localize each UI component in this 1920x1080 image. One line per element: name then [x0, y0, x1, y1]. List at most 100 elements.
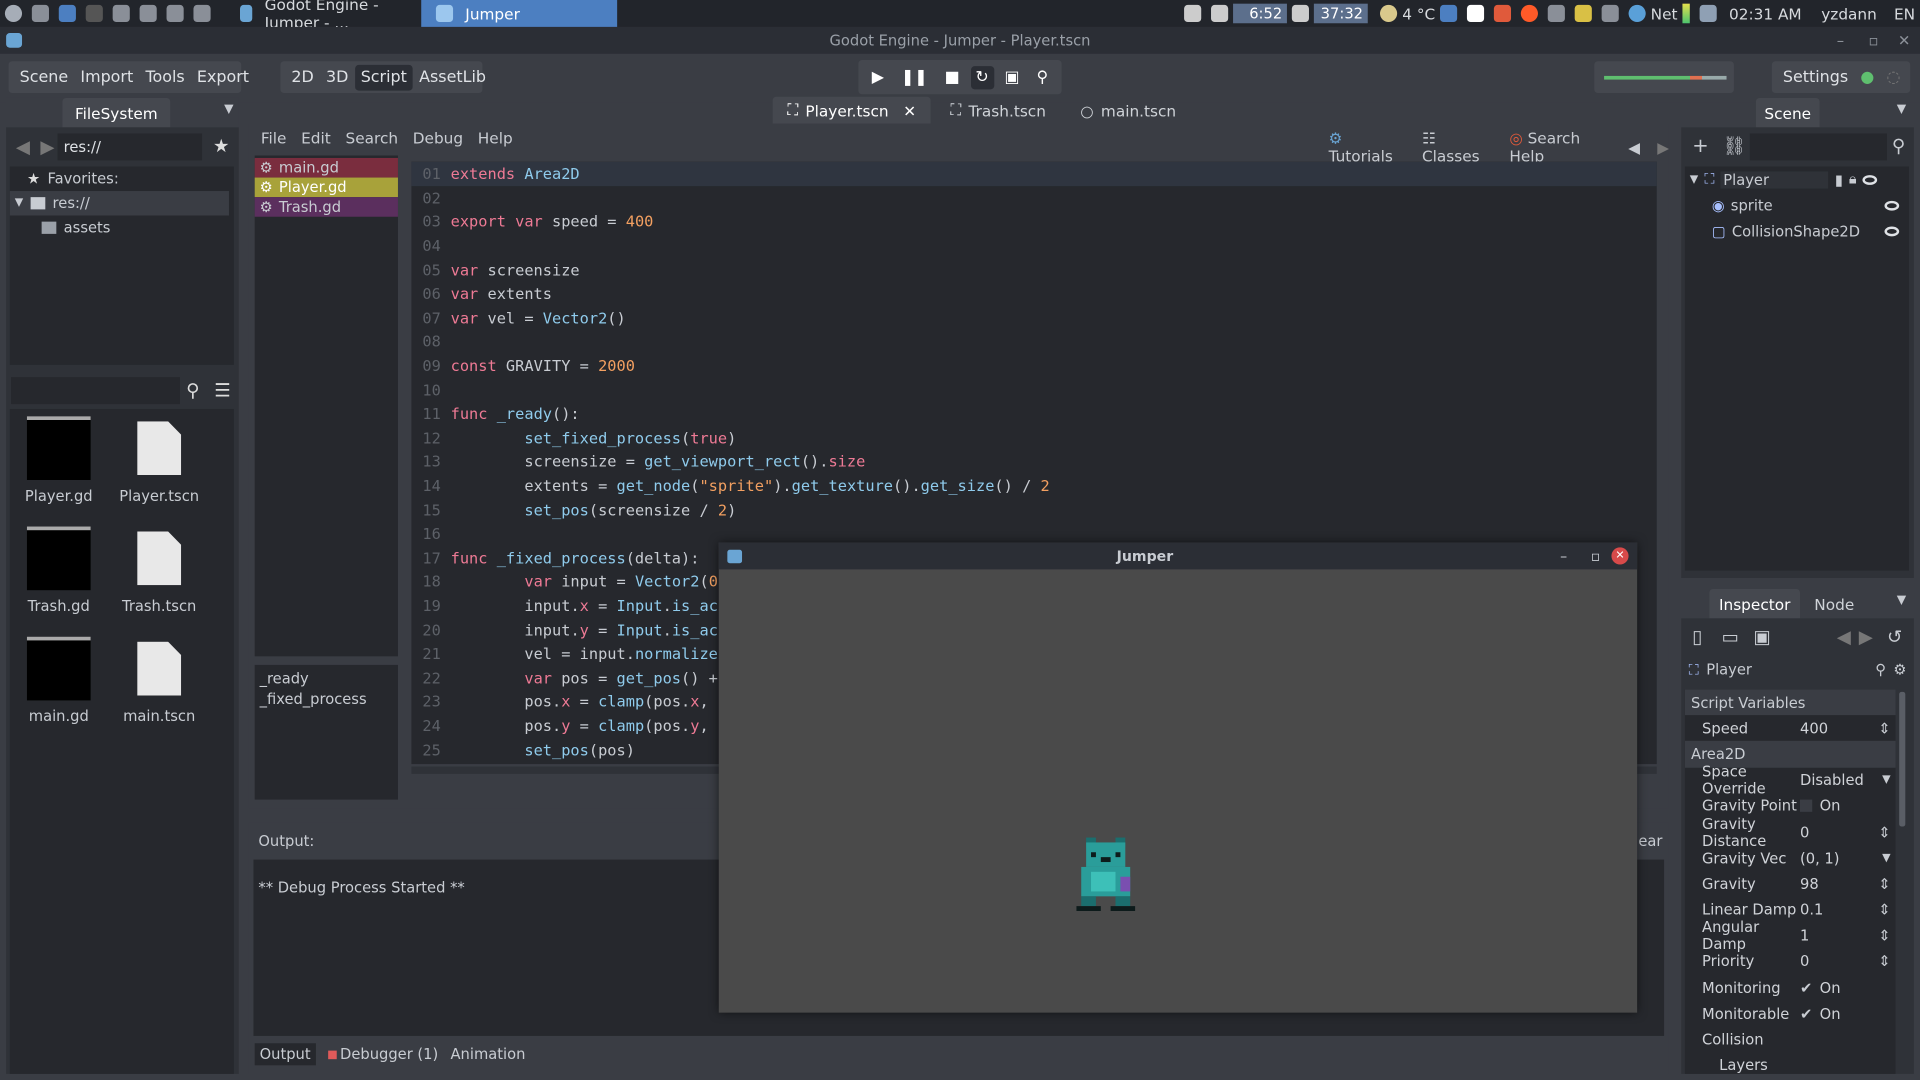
mail-icon[interactable] [1466, 4, 1485, 23]
minimize-icon[interactable]: – [1837, 27, 1844, 54]
history-forward-icon[interactable]: ▶ [1859, 626, 1873, 648]
reddit-icon[interactable] [1520, 4, 1539, 23]
volume-icon[interactable] [1211, 4, 1229, 23]
expand-arrow-icon[interactable]: ▼ [1690, 173, 1698, 185]
checkbox-checked[interactable]: ✔ [1800, 979, 1812, 996]
script-menu-edit[interactable]: Edit [296, 129, 335, 147]
history-back-icon[interactable]: ◀ [1837, 626, 1851, 648]
add-node-icon[interactable]: + [1692, 133, 1708, 156]
tab-trash-tscn[interactable]: ⛶ Trash.tscn [936, 97, 1061, 124]
browser-icon[interactable] [112, 4, 130, 23]
path-field[interactable] [57, 133, 203, 161]
messenger-icon[interactable] [193, 4, 211, 23]
dock-menu-icon[interactable]: ▼ [1897, 594, 1906, 607]
vpn-icon[interactable] [1601, 4, 1619, 23]
spin-icon[interactable]: ⇕ [1878, 927, 1895, 944]
checkbox-checked[interactable]: ✔ [1800, 1005, 1812, 1022]
code-line[interactable]: 01 extends Area2D [411, 161, 1657, 186]
editor-icon[interactable] [58, 4, 76, 23]
keyboard-layout[interactable]: EN [1894, 4, 1915, 22]
code-line[interactable]: 07 var vel = Vector2() [411, 306, 1656, 330]
game-window-titlebar[interactable]: Jumper – ▫ ✕ [718, 542, 1638, 570]
tab-node[interactable]: Node [1804, 589, 1865, 618]
dock-menu-icon[interactable]: ▼ [1897, 103, 1906, 116]
minimize-icon[interactable]: – [1548, 547, 1580, 564]
code-line[interactable]: 06 var extents [411, 282, 1656, 306]
method-item[interactable]: _ready [255, 670, 398, 691]
pause-icon[interactable]: ❚❚ [895, 68, 934, 86]
code-line[interactable]: 04 [411, 234, 1656, 258]
next-script-icon[interactable]: ▶ [1657, 138, 1669, 156]
back-icon[interactable]: ◀ [16, 136, 30, 158]
file-item[interactable]: main.tscn [110, 637, 208, 733]
tree-item-root[interactable]: ▼ res:// [9, 191, 229, 216]
debug-options-icon[interactable]: ⚲ [1030, 68, 1054, 86]
file-item[interactable]: Player.tscn [110, 416, 208, 512]
play-scene-icon[interactable]: ↻ [970, 65, 994, 89]
visibility-icon[interactable] [1884, 200, 1900, 211]
wifi-icon[interactable] [1547, 4, 1565, 23]
code-line[interactable]: 02 [411, 186, 1656, 210]
spin-icon[interactable]: ⇕ [1878, 875, 1895, 892]
location-icon[interactable] [1440, 4, 1458, 23]
settings-button[interactable]: Settings [1777, 68, 1855, 86]
code-line[interactable]: 05 var screensize [411, 258, 1656, 282]
tab-output[interactable]: Output [254, 1043, 316, 1066]
close-icon[interactable]: ✕ [1611, 547, 1629, 565]
close-icon[interactable]: ✕ [1898, 27, 1910, 54]
node-filter-input[interactable] [1749, 133, 1887, 161]
search-icon[interactable]: ⚲ [1892, 135, 1905, 157]
list-view-icon[interactable]: ☰ [214, 380, 230, 402]
spin-icon[interactable]: ⇕ [1878, 824, 1895, 841]
spin-icon[interactable]: ⇕ [1878, 953, 1895, 970]
tab-main-tscn[interactable]: ○ main.tscn [1066, 97, 1191, 124]
save-icon[interactable]: ▣ [1753, 626, 1770, 648]
tab-animation[interactable]: Animation [450, 1046, 525, 1063]
tree-item-assets[interactable]: assets [10, 216, 234, 240]
search-icon[interactable]: ⚲ [1875, 661, 1886, 678]
link-icon[interactable]: ⛓ [1723, 135, 1746, 157]
favorite-star-icon[interactable]: ★ [213, 135, 229, 157]
notes-icon[interactable] [1574, 4, 1592, 23]
task-godot-editor[interactable]: Godot Engine - Jumper - ... [225, 0, 421, 32]
code-line[interactable]: 14 extents = get_node("sprite").get_text… [411, 474, 1656, 498]
tab-inspector[interactable]: Inspector [1709, 588, 1801, 619]
file-search-input[interactable] [11, 377, 181, 405]
mode-2d[interactable]: 2D [285, 68, 320, 86]
prev-script-icon[interactable]: ◀ [1628, 138, 1640, 156]
script-menu-help[interactable]: Help [473, 129, 518, 147]
file-item[interactable]: Player.gd [10, 416, 108, 512]
terminal-icon[interactable] [85, 4, 103, 23]
file-item[interactable]: Trash.gd [10, 526, 108, 623]
history-icon[interactable]: ↺ [1887, 626, 1902, 648]
code-line[interactable]: 11 func _ready(): [411, 402, 1656, 426]
file-item[interactable]: Trash.tscn [110, 527, 208, 623]
files-icon[interactable] [139, 4, 157, 23]
code-line[interactable]: 03 export var speed = 400 [411, 210, 1656, 234]
menu-scene[interactable]: Scene [13, 68, 74, 86]
forward-icon[interactable]: ▶ [40, 136, 54, 158]
code-line[interactable]: 09 const GRAVITY = 2000 [411, 354, 1656, 378]
tab-filesystem[interactable]: FileSystem [62, 97, 171, 128]
node-sprite[interactable]: ◉ sprite [1685, 192, 1909, 218]
node-player[interactable]: ▼ ⛶ Player ▮ 🔒︎ [1685, 167, 1909, 193]
code-line[interactable]: 10 [411, 378, 1656, 402]
script-item-main[interactable]: ⚙ main.gd [254, 157, 398, 178]
script-item-trash[interactable]: ⚙ Trash.gd [254, 197, 398, 217]
notification-icon[interactable] [1184, 4, 1202, 23]
file-item[interactable]: main.gd [10, 636, 108, 733]
code-line[interactable]: 08 [411, 330, 1656, 354]
stop-icon[interactable]: ■ [938, 68, 965, 86]
code-line[interactable]: 13 screensize = get_viewport_rect().size [411, 450, 1656, 474]
dropdown-icon[interactable]: ▼ [1882, 852, 1895, 864]
search-help-link[interactable]: ◎ Search Help [1509, 129, 1611, 166]
section-script-variables[interactable]: Script Variables [1684, 689, 1896, 716]
play-icon[interactable]: ▶ [866, 68, 890, 86]
tab-player-tscn[interactable]: ⛶ Player.tscn ✕ [772, 96, 931, 124]
menu-import[interactable]: Import [74, 68, 139, 86]
tab-scene[interactable]: Scene [1755, 97, 1820, 128]
classes-link[interactable]: ☷ Classes [1422, 129, 1492, 166]
restore-icon[interactable]: ▫ [1580, 547, 1612, 564]
spin-icon[interactable]: ⇕ [1878, 901, 1895, 918]
clear-button[interactable]: ear [1638, 833, 1662, 850]
